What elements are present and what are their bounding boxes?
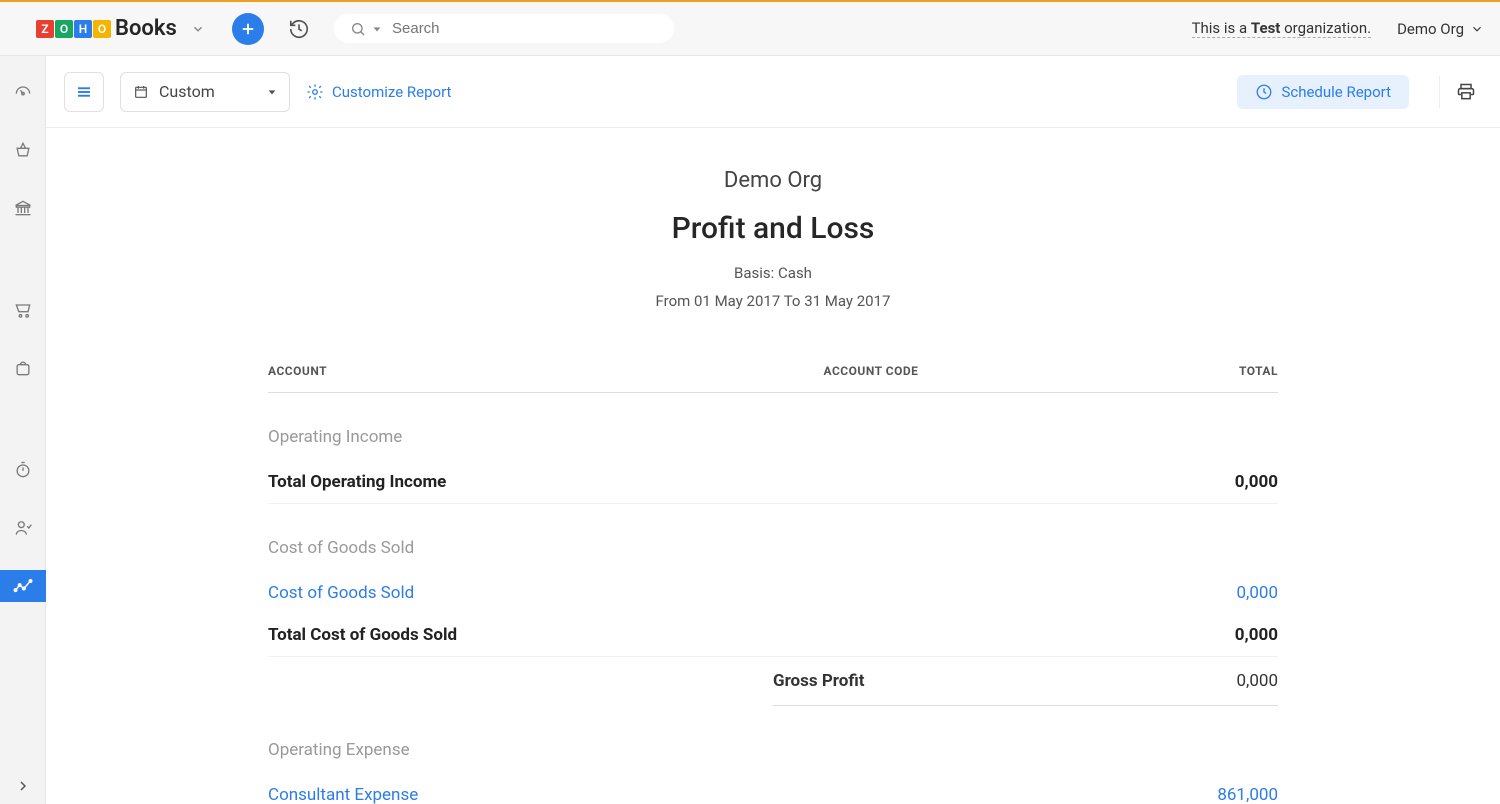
logo-text: Books <box>115 16 177 41</box>
calendar-icon <box>133 84 149 100</box>
print-icon[interactable] <box>1439 76 1482 108</box>
gross-profit-row: Gross Profit 0,000 <box>773 657 1278 706</box>
search-input-wrap[interactable] <box>334 14 674 43</box>
app-logo[interactable]: ZOHO Books <box>0 16 232 41</box>
table-header: ACCOUNT ACCOUNT CODE TOTAL <box>268 350 1278 393</box>
table-row: Total Operating Income 0,000 <box>268 461 1278 504</box>
expand-sidebar-icon[interactable] <box>15 778 31 794</box>
search-icon <box>350 21 366 37</box>
table-row: Total Cost of Goods Sold 0,000 <box>268 614 1278 657</box>
chevron-down-icon[interactable] <box>191 22 205 36</box>
table-row[interactable]: Consultant Expense 861,000 <box>268 774 1278 804</box>
reports-icon[interactable] <box>0 570 46 602</box>
chevron-down-icon <box>1470 22 1484 36</box>
section-operating-expense: Operating Expense <box>268 706 1278 774</box>
clock-icon <box>1255 83 1273 101</box>
report-org-name: Demo Org <box>106 168 1440 193</box>
caret-down-icon[interactable] <box>372 24 382 34</box>
basket-icon[interactable] <box>0 134 46 166</box>
bank-icon[interactable] <box>0 192 46 224</box>
caret-down-icon <box>267 87 277 97</box>
org-selector[interactable]: Demo Org <box>1397 20 1484 38</box>
sidebar-rail <box>0 56 46 804</box>
accountant-icon[interactable] <box>0 512 46 544</box>
col-account: ACCOUNT <box>268 364 824 378</box>
report-basis: Basis: Cash <box>106 264 1440 282</box>
gear-icon <box>306 83 324 101</box>
history-icon[interactable] <box>288 18 310 40</box>
report-title: Profit and Loss <box>106 211 1440 246</box>
report-body: Demo Org Profit and Loss Basis: Cash Fro… <box>46 128 1500 804</box>
report-toolbar: Custom Customize Report Schedule Report <box>46 56 1500 128</box>
cart-icon[interactable] <box>0 294 46 326</box>
section-operating-income: Operating Income <box>268 393 1278 461</box>
topbar: ZOHO Books This is a Test organization. … <box>0 0 1500 56</box>
customize-report-button[interactable]: Customize Report <box>306 83 451 101</box>
col-account-code: ACCOUNT CODE <box>824 364 1077 378</box>
dashboard-icon[interactable] <box>0 76 46 108</box>
report-table: ACCOUNT ACCOUNT CODE TOTAL Operating Inc… <box>268 350 1278 804</box>
schedule-report-button[interactable]: Schedule Report <box>1237 75 1409 109</box>
menu-toggle-button[interactable] <box>64 72 104 112</box>
date-range-select[interactable]: Custom <box>120 72 290 112</box>
col-total: TOTAL <box>1076 364 1278 378</box>
timer-icon[interactable] <box>0 454 46 486</box>
search-input[interactable] <box>392 20 658 37</box>
add-button[interactable] <box>232 13 264 45</box>
section-cogs: Cost of Goods Sold <box>268 504 1278 572</box>
report-date-range: From 01 May 2017 To 31 May 2017 <box>106 292 1440 310</box>
test-org-notice[interactable]: This is a Test organization. <box>1192 19 1372 38</box>
bag-icon[interactable] <box>0 352 46 384</box>
table-row[interactable]: Cost of Goods Sold 0,000 <box>268 572 1278 614</box>
